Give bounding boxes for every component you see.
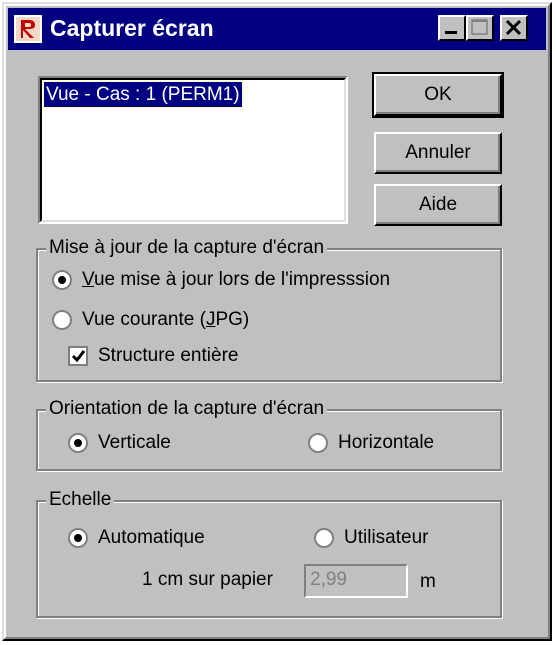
radio-selected-icon [52,270,72,290]
minimize-icon [445,31,457,34]
radio-automatic-label: Automatique [98,527,205,548]
minimize-button[interactable] [438,15,466,41]
orientation-group: Orientation de la capture d'écran Vertic… [36,398,502,471]
radio-unselected-icon [308,433,328,453]
ok-button[interactable]: OK [372,72,504,118]
cancel-button[interactable]: Annuler [374,132,502,174]
close-button[interactable] [500,15,528,41]
paper-scale-unit: m [420,571,436,592]
radio-update-on-print-label: Vue mise à jour lors de l'impresssion [82,269,391,290]
radio-unselected-icon [52,310,72,330]
radio-vertical-label: Verticale [98,432,171,453]
radio-selected-icon [68,528,88,548]
update-group-legend: Mise à jour de la capture d'écran [46,237,328,259]
paper-scale-input[interactable]: 2,99 [304,564,408,598]
checkbox-checked-icon [68,346,88,366]
help-button[interactable]: Aide [374,184,502,226]
radio-horizontal-label: Horizontale [338,432,435,453]
paper-scale-label: 1 cm sur papier [142,569,273,590]
title-bar[interactable]: Capturer écran [8,8,546,50]
radio-user-label: Utilisateur [344,527,429,548]
list-item[interactable]: Vue - Cas : 1 (PERM1) [43,81,243,108]
maximize-icon [471,19,488,35]
maximize-button[interactable] [466,15,494,41]
window-title: Capturer écran [50,15,214,41]
view-listbox[interactable]: Vue - Cas : 1 (PERM1) [38,76,348,224]
checkbox-full-structure-label: Structure entière [98,345,239,366]
radio-selected-icon [68,433,88,453]
update-group: Mise à jour de la capture d'écran Vue mi… [36,237,502,382]
scale-group: Echelle Automatique Utilisateur 1 cm sur… [36,489,502,618]
radio-unselected-icon [314,528,334,548]
scale-group-legend: Echelle [46,489,115,511]
app-icon [14,15,42,43]
orientation-group-legend: Orientation de la capture d'écran [46,398,328,420]
radio-current-view-label: Vue courante (JPG) [82,309,250,330]
close-icon [505,19,522,36]
dialog-window: Capturer écran Vue - Cas : 1 (PERM1) OK … [2,2,552,641]
